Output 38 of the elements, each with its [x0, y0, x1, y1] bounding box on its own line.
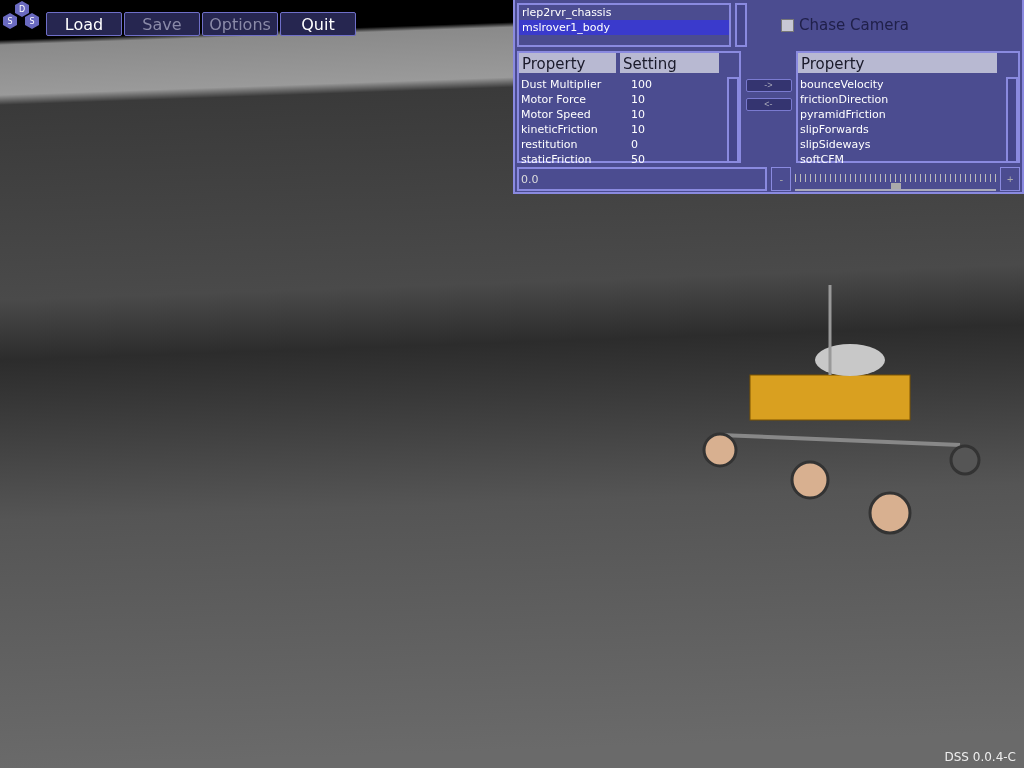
table-cell-text: 100: [630, 77, 653, 92]
column-header[interactable]: Property: [519, 53, 616, 73]
table-cell-text: frictionDirection: [799, 92, 890, 107]
table-cell-text: 50: [630, 152, 646, 167]
scrollbar[interactable]: [727, 77, 739, 163]
slider-thumb[interactable]: [890, 183, 901, 189]
checkbox-label: Chase Camera: [799, 16, 909, 34]
toolbar-button[interactable]: Quit: [280, 12, 356, 36]
table-cell-text: bounceVelocity: [799, 77, 885, 92]
transfer-button[interactable]: ->: [745, 79, 792, 92]
table-cell-text: Motor Speed: [520, 107, 592, 122]
logo-hexagon-tile: S: [25, 13, 39, 29]
value-field[interactable]: 0.0: [517, 167, 768, 191]
transfer-button[interactable]: <-: [745, 98, 792, 111]
table-cell-text: 10: [630, 92, 646, 107]
object-list-item[interactable]: rlep2rvr_chassis: [519, 5, 729, 20]
table-cell-text: softCFM: [799, 152, 845, 167]
table-cell-text: restitution: [520, 137, 579, 152]
version-label: DSS 0.0.4-C: [944, 750, 1016, 764]
table-cell-text: slipSideways: [799, 137, 872, 152]
table-cell-text: Dust Multiplier: [520, 77, 603, 92]
checkbox[interactable]: [781, 18, 794, 32]
table-cell-text: 10: [630, 122, 646, 137]
column-header[interactable]: Property: [798, 53, 997, 73]
table-cell-text: Motor Force: [520, 92, 588, 107]
scrollbar[interactable]: [735, 3, 747, 47]
table-cell-text: kineticFriction: [520, 122, 599, 137]
scrollbar[interactable]: [1006, 77, 1018, 163]
table-cell-text: pyramidFriction: [799, 107, 887, 122]
table-cell-text: staticFriction: [520, 152, 593, 167]
object-list-item[interactable]: mslrover1_body: [519, 20, 729, 35]
table-cell-text: 0: [630, 137, 639, 152]
table-cell-text: slipForwards: [799, 122, 870, 137]
table-cell-text: 10: [630, 107, 646, 122]
logo-hexagon-tile: S: [3, 13, 17, 29]
toolbar-button[interactable]: Load: [46, 12, 122, 36]
logo-hexagon-tile: D: [15, 1, 29, 17]
column-header[interactable]: Setting: [620, 53, 719, 73]
